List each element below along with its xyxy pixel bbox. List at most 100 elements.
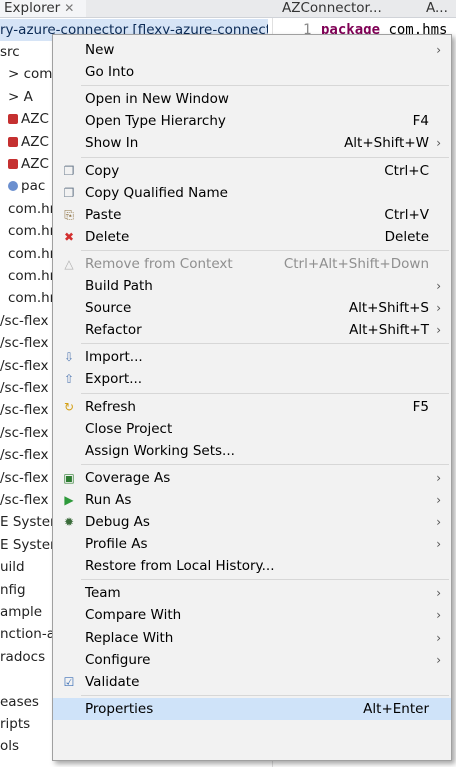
- tree-item[interactable]: ripts: [0, 713, 56, 735]
- menu-item-label: Open in New Window: [85, 91, 229, 108]
- menu-item-team[interactable]: Team ›: [53, 582, 451, 604]
- tree-item-label: AZC: [21, 133, 49, 150]
- tree-item[interactable]: E Syster: [0, 511, 56, 533]
- tree-item-label: /sc-flex: [0, 380, 49, 396]
- menu-item-run-as[interactable]: ▶ Run As ›: [53, 489, 451, 511]
- tree-item-label: radocs: [0, 648, 46, 665]
- menu-item-label: Run As: [85, 491, 132, 508]
- tree-item-label: E Syster: [0, 514, 56, 531]
- menu-item-export[interactable]: ⇧ Export...: [53, 368, 451, 390]
- tree-item-label: AZC: [21, 111, 49, 128]
- tree-item[interactable]: ols: [0, 735, 56, 757]
- menu-item-new[interactable]: New ›: [53, 39, 451, 61]
- run-icon: ▶: [64, 492, 74, 507]
- menu-item-label: Show In: [85, 135, 139, 152]
- view-tab-bar: Explorer ✕ AZConnector... A...: [0, 0, 456, 18]
- tree-item[interactable]: ample: [0, 601, 56, 623]
- menu-item-replace-with[interactable]: Replace With ›: [53, 627, 451, 649]
- close-icon[interactable]: ✕: [64, 1, 74, 15]
- menu-item-label: Restore from Local History...: [85, 558, 275, 575]
- menu-separator: [81, 463, 449, 465]
- submenu-arrow-icon: ›: [436, 492, 441, 507]
- menu-item-label: Assign Working Sets...: [85, 442, 235, 459]
- menu-item-assign-working-sets[interactable]: Assign Working Sets...: [53, 440, 451, 462]
- menu-item-label: Remove from Context: [85, 255, 233, 272]
- tab-editor-other[interactable]: A...: [426, 0, 456, 17]
- tree-item[interactable]: /sc-flex: [0, 377, 56, 399]
- tree-item-label: nfig: [0, 581, 26, 598]
- tab-editor-azconnector[interactable]: AZConnector...: [282, 0, 410, 17]
- menu-item-close-project[interactable]: Close Project: [53, 418, 451, 440]
- tree-item-label: pac: [21, 178, 46, 195]
- menu-item-import[interactable]: ⇩ Import...: [53, 346, 451, 368]
- menu-item-paste[interactable]: ⎘ Paste Ctrl+V: [53, 204, 451, 226]
- menu-item-validate[interactable]: ☑ Validate: [53, 671, 451, 693]
- tree-item-label: com.hr: [8, 223, 56, 240]
- paste-icon: ⎘: [64, 207, 74, 222]
- menu-item-label: Validate: [85, 673, 140, 690]
- submenu-arrow-icon: ›: [436, 630, 441, 645]
- tree-item[interactable]: radocs: [0, 646, 56, 668]
- menu-item-label: Configure: [85, 651, 151, 668]
- java-file-icon: [8, 159, 18, 169]
- menu-item-refresh[interactable]: ↻ Refresh F5: [53, 396, 451, 418]
- menu-item-label: Replace With: [85, 629, 174, 646]
- tree-item[interactable]: E Syster: [0, 534, 56, 556]
- menu-item-debug-as[interactable]: ✹ Debug As ›: [53, 511, 451, 533]
- menu-item-open-in-new-window[interactable]: Open in New Window: [53, 88, 451, 110]
- menu-item-label: Properties: [85, 700, 154, 717]
- tree-item[interactable]: /sc-flex: [0, 332, 56, 354]
- submenu-arrow-icon: ›: [436, 301, 441, 316]
- menu-item-label: Open Type Hierarchy: [85, 113, 226, 130]
- menu-item-source[interactable]: Source Alt+Shift+S ›: [53, 297, 451, 319]
- menu-item-label: Build Path: [85, 278, 153, 294]
- menu-item-label: Copy Qualified Name: [85, 184, 228, 201]
- tree-item-label: > A: [8, 88, 33, 105]
- menu-item-configure[interactable]: Configure ›: [53, 649, 451, 671]
- tree-item-label: ripts: [0, 716, 31, 732]
- menu-item-coverage-as[interactable]: ▣ Coverage As ›: [53, 467, 451, 489]
- tree-item-label: ample: [0, 604, 43, 620]
- submenu-arrow-icon: ›: [436, 652, 441, 667]
- menu-item-label: Go Into: [85, 64, 135, 81]
- tree-item[interactable]: eases: [0, 691, 56, 713]
- tree-item[interactable]: /sc-flex: [0, 489, 56, 511]
- tree-item[interactable]: /sc-flex: [0, 310, 56, 332]
- menu-item-label: Profile As: [85, 536, 148, 553]
- menu-item-label: Close Project: [85, 420, 173, 437]
- menu-item-profile-as[interactable]: Profile As ›: [53, 533, 451, 555]
- menu-item-go-into[interactable]: Go Into: [53, 61, 451, 83]
- menu-item-build-path[interactable]: Build Path ›: [53, 275, 451, 297]
- tree-item[interactable]: /sc-flex: [0, 422, 56, 444]
- submenu-arrow-icon: ›: [436, 515, 441, 529]
- menu-item-label: Compare With: [85, 607, 182, 624]
- menu-item-restore-from-local-history[interactable]: Restore from Local History...: [53, 555, 451, 577]
- tree-item[interactable]: src: [0, 41, 56, 63]
- menu-item-refactor[interactable]: Refactor Alt+Shift+T ›: [53, 319, 451, 341]
- tree-item[interactable]: /sc-flex: [0, 355, 56, 377]
- menu-item-shortcut: Ctrl+Alt+Shift+Down: [283, 255, 429, 272]
- refresh-icon: ↻: [63, 399, 75, 414]
- menu-item-shortcut: Ctrl+C: [384, 162, 429, 179]
- tree-item[interactable]: /sc-flex: [0, 467, 56, 489]
- menu-item-shortcut: Alt+Shift+W: [344, 135, 429, 152]
- tree-item[interactable]: nction-a: [0, 623, 56, 645]
- menu-item-open-type-hierarchy[interactable]: Open Type Hierarchy F4: [53, 110, 451, 132]
- menu-item-shortcut: Alt+Shift+T: [349, 322, 429, 339]
- menu-item-show-in[interactable]: Show In Alt+Shift+W ›: [53, 132, 451, 154]
- menu-item-properties[interactable]: Properties Alt+Enter: [53, 697, 451, 720]
- menu-item-compare-with[interactable]: Compare With ›: [53, 604, 451, 626]
- tab-label: AZConnector...: [282, 0, 382, 16]
- tree-item[interactable]: [0, 668, 56, 690]
- menu-item-copy-qualified-name[interactable]: ❐ Copy Qualified Name: [53, 182, 451, 204]
- menu-separator: [81, 579, 449, 581]
- menu-item-copy[interactable]: ❐ Copy Ctrl+C: [53, 160, 451, 182]
- tree-item[interactable]: uild: [0, 556, 56, 578]
- tree-item[interactable]: /sc-flex: [0, 444, 56, 466]
- tree-item[interactable]: nfig: [0, 579, 56, 601]
- menu-separator: [81, 392, 449, 394]
- tree-item[interactable]: /sc-flex: [0, 399, 56, 421]
- menu-item-delete[interactable]: ✖ Delete Delete: [53, 226, 451, 248]
- tab-explorer[interactable]: Explorer ✕: [0, 0, 86, 17]
- tree-item-label: /sc-flex: [0, 447, 49, 464]
